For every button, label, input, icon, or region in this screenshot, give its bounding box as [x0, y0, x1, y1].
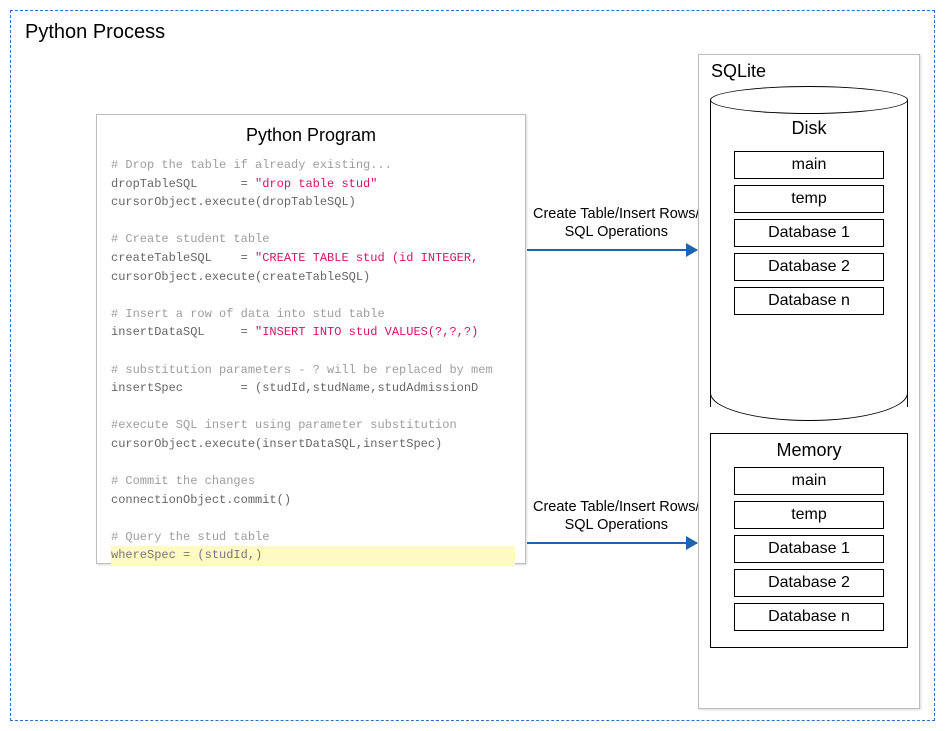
memory-db-box: Database 1 — [734, 535, 884, 563]
arrow-label-disk-l2: SQL Operations — [565, 224, 668, 240]
code-block: # Drop the table if already existing... … — [97, 152, 525, 565]
memory-db-box: Database 2 — [734, 569, 884, 597]
disk-cylinder: Disk main temp Database 1 Database 2 Databas… — [710, 86, 908, 421]
sqlite-panel: SQLite Disk main temp Database 1 Database 2… — [698, 54, 920, 709]
disk-db-box: main — [734, 151, 884, 179]
arrow-label-memory-l2: SQL Operations — [565, 517, 668, 533]
memory-db-box: temp — [734, 501, 884, 529]
cylinder-top — [710, 86, 908, 114]
arrow-label-disk-l1: Create Table/Insert Rows/ — [533, 206, 700, 222]
arrow-label-disk: Create Table/Insert Rows/ SQL Operations — [533, 205, 700, 241]
disk-db-box: temp — [734, 185, 884, 213]
memory-panel: Memory main temp Database 1 Database 2 Datab… — [710, 433, 908, 648]
python-program-panel: Python Program # Drop the table if alrea… — [96, 114, 526, 564]
disk-contents: Disk main temp Database 1 Database 2 Databas… — [720, 116, 898, 407]
arrow-to-disk — [527, 249, 697, 251]
process-container: Python Process Python Program # Drop the… — [10, 10, 935, 721]
disk-db-box: Database 2 — [734, 253, 884, 281]
memory-label: Memory — [719, 440, 899, 461]
process-title: Python Process — [25, 21, 922, 44]
disk-db-box: Database 1 — [734, 219, 884, 247]
memory-db-box: Database n — [734, 603, 884, 631]
arrow-to-memory — [527, 542, 697, 544]
arrow-label-memory-l1: Create Table/Insert Rows/ — [533, 499, 700, 515]
sqlite-title: SQLite — [711, 61, 909, 82]
disk-db-box: Database n — [734, 287, 884, 315]
python-program-title: Python Program — [97, 115, 525, 152]
memory-db-box: main — [734, 467, 884, 495]
arrow-label-memory: Create Table/Insert Rows/ SQL Operations — [533, 498, 700, 534]
disk-label: Disk — [792, 118, 827, 139]
